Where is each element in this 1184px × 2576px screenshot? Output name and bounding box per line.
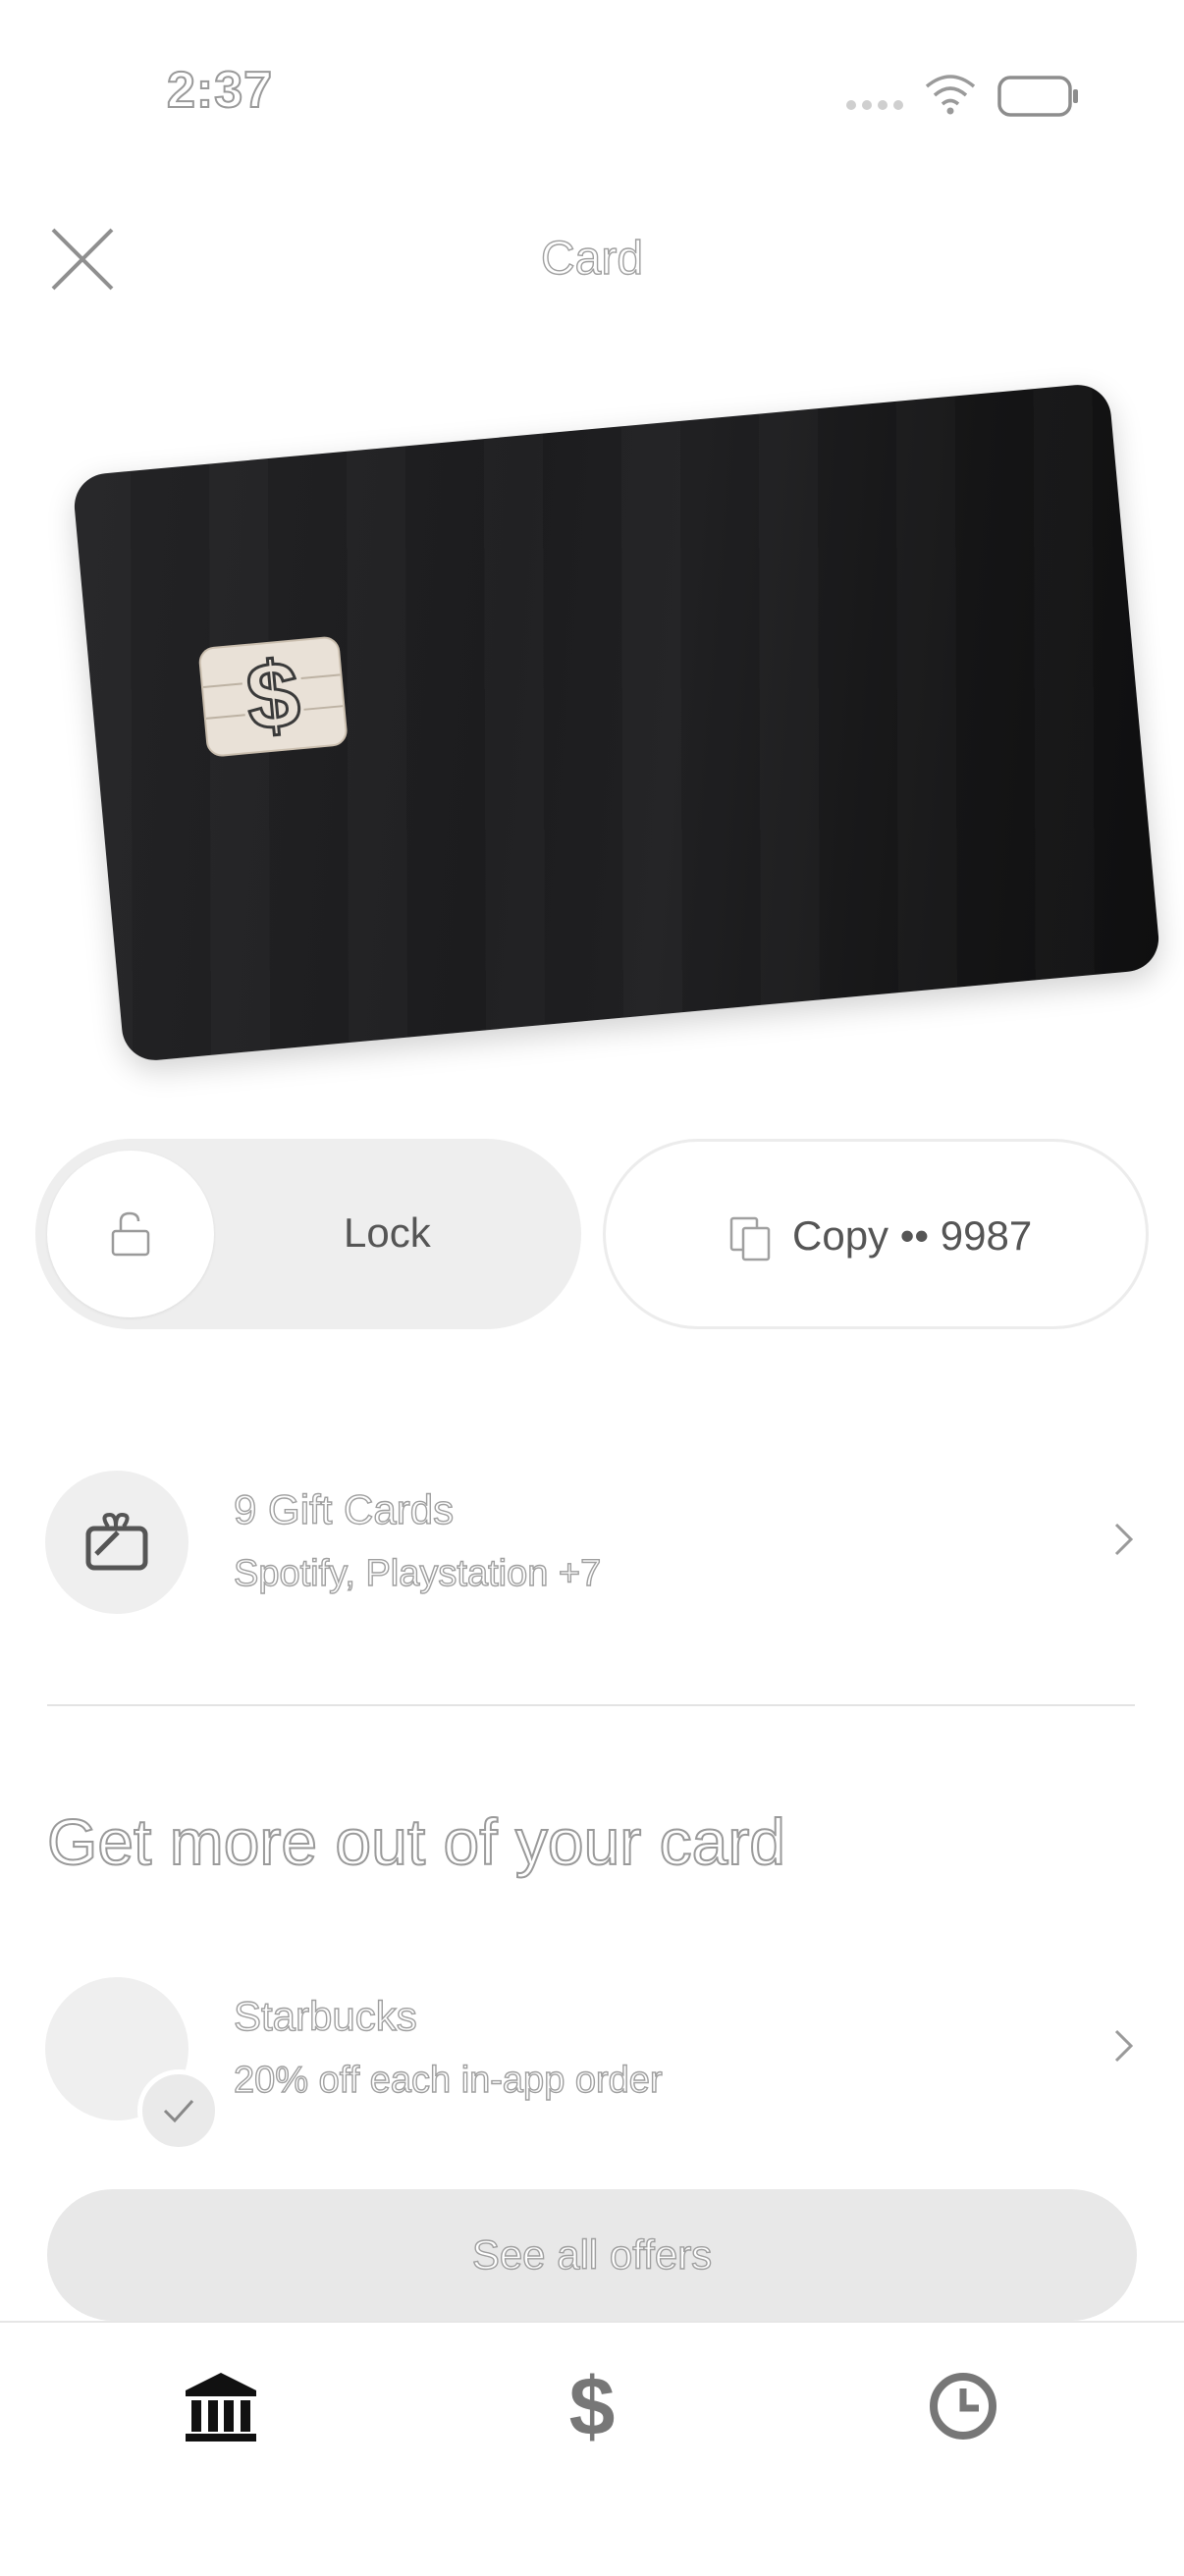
copy-card-number-button[interactable]: Copy •• 9987	[603, 1139, 1149, 1329]
wifi-icon	[923, 73, 978, 121]
offer-title[interactable]: Starbucks	[233, 1992, 417, 2040]
copy-icon	[729, 1216, 771, 1261]
lock-label: Lock	[344, 1209, 431, 1256]
clock-icon	[930, 2373, 996, 2440]
offers-heading: Get more out of your card	[46, 1804, 786, 1879]
svg-text:$: $	[242, 641, 304, 750]
battery-icon	[997, 75, 1080, 123]
chevron-right-icon[interactable]	[1103, 1520, 1143, 1559]
gift-cards-row[interactable]	[45, 1471, 188, 1614]
see-all-offers-label: See all offers	[471, 2230, 713, 2278]
dollar-chip-icon: $	[197, 635, 349, 758]
nav-activity[interactable]	[919, 2362, 1007, 2450]
lock-toggle-knob[interactable]	[47, 1151, 214, 1317]
checkmark-icon	[163, 2099, 194, 2123]
status-time: 2:37	[166, 61, 274, 120]
card-preview[interactable]: $	[57, 310, 1172, 1066]
nav-banking[interactable]	[177, 2362, 265, 2450]
dollar-icon: $	[568, 2359, 616, 2452]
unlock-icon	[111, 1211, 150, 1257]
cellular-signal-icon	[846, 100, 903, 110]
chevron-right-icon[interactable]	[1103, 2026, 1143, 2066]
see-all-offers-button[interactable]: See all offers	[47, 2189, 1137, 2321]
copy-card-number-label: Copy •• 9987	[792, 1212, 1033, 1259]
bank-icon	[186, 2373, 256, 2442]
lock-card-toggle[interactable]: Lock	[35, 1139, 581, 1329]
offer-subtitle: 20% off each in-app order	[233, 2059, 663, 2101]
gift-cards-title[interactable]: 9 Gift Cards	[233, 1485, 454, 1533]
nav-money[interactable]: $	[548, 2360, 636, 2452]
gift-card-icon	[85, 1512, 148, 1571]
divider	[47, 1704, 1135, 1706]
debit-card[interactable]: $	[71, 382, 1162, 1063]
page-title: Card	[540, 232, 644, 285]
bottom-nav: $	[0, 2321, 1184, 2576]
offer-added-badge	[137, 2069, 220, 2152]
gift-cards-subtitle: Spotify, Playstation +7	[233, 1552, 602, 1594]
